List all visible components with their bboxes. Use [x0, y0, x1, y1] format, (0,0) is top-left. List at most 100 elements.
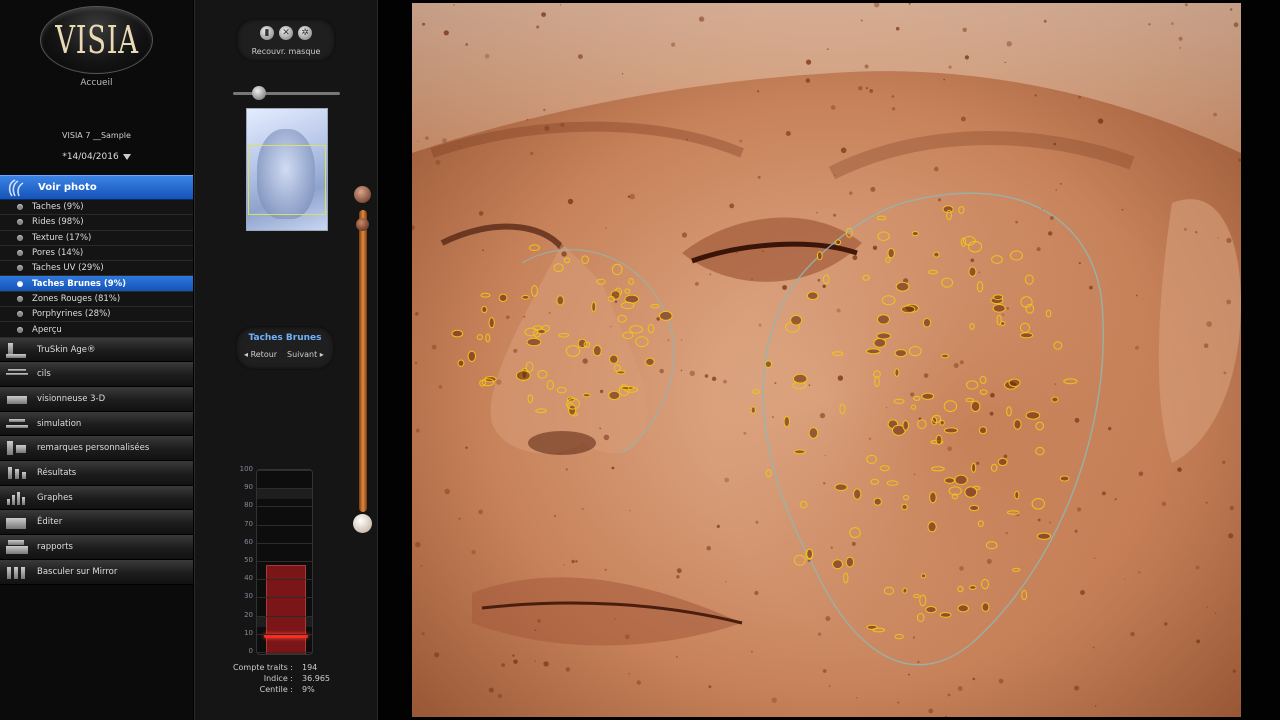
freckle: [912, 636, 915, 639]
zoom-slider-track[interactable]: [233, 92, 340, 95]
freckle: [1074, 417, 1080, 423]
freckle: [465, 43, 469, 46]
tool-item-7[interactable]: Éditer: [0, 510, 193, 536]
freckle: [895, 26, 900, 31]
contrast-slider-bottom-cap[interactable]: [353, 514, 372, 533]
image-viewer[interactable]: [379, 0, 1280, 720]
freckle: [1074, 529, 1078, 533]
tool-item-1[interactable]: cils: [0, 362, 193, 388]
brown-spot-marker: [964, 486, 978, 498]
freckle: [599, 389, 604, 394]
freckle: [488, 687, 494, 693]
nav-section-voir-photo[interactable]: Voir photo: [0, 175, 193, 200]
previous-button[interactable]: ◂ Retour: [244, 350, 277, 359]
tool-item-5[interactable]: Résultats: [0, 461, 193, 486]
analysis-item-5[interactable]: Taches Brunes (9%): [0, 276, 193, 292]
freckle: [1178, 36, 1183, 41]
gauge-gridline: [257, 488, 312, 490]
brown-spot-marker: [556, 295, 565, 306]
stat-label: Indice :: [263, 674, 293, 683]
radio-dot-icon: [17, 234, 23, 241]
session-date-selector[interactable]: *14/04/2016: [0, 152, 193, 162]
freckle: [544, 125, 550, 131]
analysis-item-0[interactable]: Taches (9%): [0, 200, 193, 216]
freckle: [1043, 19, 1047, 23]
thumbnail-roi-frame[interactable]: [248, 145, 326, 215]
freckle: [751, 650, 753, 653]
analysis-item-2[interactable]: Texture (17%): [0, 230, 193, 246]
freckle: [756, 90, 760, 93]
freckle: [978, 271, 981, 274]
brown-spot-marker: [876, 332, 892, 340]
tool-item-9[interactable]: Basculer sur Mirror: [0, 559, 193, 585]
analysis-item-label: Rides (98%): [32, 217, 84, 228]
freckle: [681, 232, 688, 238]
freckle: [709, 273, 712, 275]
freckle: [928, 708, 934, 714]
freckle: [743, 431, 747, 435]
freckle: [771, 697, 777, 703]
brown-spot-marker: [969, 504, 980, 512]
brown-spot-marker: [895, 281, 910, 292]
freckle: [923, 373, 929, 378]
freckle: [420, 565, 423, 567]
freckle: [438, 385, 443, 389]
mask-off-icon[interactable]: ✕: [279, 26, 293, 40]
navigator-title: Taches Brunes: [248, 333, 322, 343]
freckle: [1048, 521, 1052, 524]
nostril: [528, 431, 596, 455]
freckle: [872, 245, 878, 250]
mask-settings-icon[interactable]: ✲: [298, 26, 312, 40]
face-photo[interactable]: [412, 3, 1241, 717]
face-photo-canvas: [412, 3, 1241, 717]
gauge-tick-label: 40: [244, 574, 253, 583]
freckle: [754, 590, 759, 596]
freckle: [837, 375, 844, 381]
freckle: [1205, 501, 1208, 504]
analysis-item-3[interactable]: Pores (14%): [0, 245, 193, 262]
visia-logo[interactable]: VISIA: [40, 6, 153, 74]
freckle: [897, 701, 900, 704]
brown-spot-marker: [981, 602, 990, 612]
freckle: [825, 616, 831, 622]
gauge-gridline: [257, 615, 312, 617]
next-button[interactable]: Suivant ▸: [287, 350, 324, 359]
gauge-tick-label: 90: [244, 483, 253, 492]
analysis-item-label: Taches (9%): [32, 202, 84, 213]
freckle: [976, 461, 980, 465]
contrast-slider-track[interactable]: [359, 210, 367, 512]
tool-item-2[interactable]: visionneuse 3-D: [0, 387, 193, 412]
tool-item-6[interactable]: Graphes: [0, 485, 193, 511]
zoom-slider-handle[interactable]: [252, 86, 266, 100]
tool-item-3[interactable]: simulation: [0, 411, 193, 437]
freckle: [415, 541, 421, 548]
analysis-item-8[interactable]: Aperçu: [0, 322, 193, 338]
freckle: [442, 138, 447, 144]
brown-spot-marker: [939, 612, 952, 618]
freckle: [785, 131, 791, 136]
tool-item-0[interactable]: TruSkin Age®: [0, 337, 193, 363]
freckle: [565, 468, 568, 471]
tool-item-label: Graphes: [37, 492, 73, 503]
tool-item-label: Éditer: [37, 517, 63, 528]
freckle: [1196, 639, 1200, 644]
contrast-slider-handle[interactable]: [356, 218, 369, 231]
freckle: [548, 311, 551, 314]
gauge-tick-label: 20: [244, 610, 253, 619]
freckle: [560, 122, 565, 128]
brown-spot-marker: [954, 474, 968, 485]
analysis-item-6[interactable]: Zones Rouges (81%): [0, 291, 193, 308]
brown-spot-marker: [922, 317, 932, 328]
brown-spot-marker: [608, 390, 621, 400]
mask-on-icon[interactable]: ▮: [260, 26, 274, 40]
tool-item-8[interactable]: rapports: [0, 535, 193, 560]
freckle: [762, 250, 764, 253]
freckle: [824, 454, 826, 457]
freckle: [421, 632, 425, 636]
analysis-item-4[interactable]: Taches UV (29%): [0, 261, 193, 277]
face-thumbnail[interactable]: [246, 108, 328, 231]
tool-item-4[interactable]: remarques personnalisées: [0, 436, 193, 462]
analysis-item-1[interactable]: Rides (98%): [0, 215, 193, 231]
home-link[interactable]: Accueil: [0, 78, 193, 88]
analysis-item-7[interactable]: Porphyrines (28%): [0, 307, 193, 323]
